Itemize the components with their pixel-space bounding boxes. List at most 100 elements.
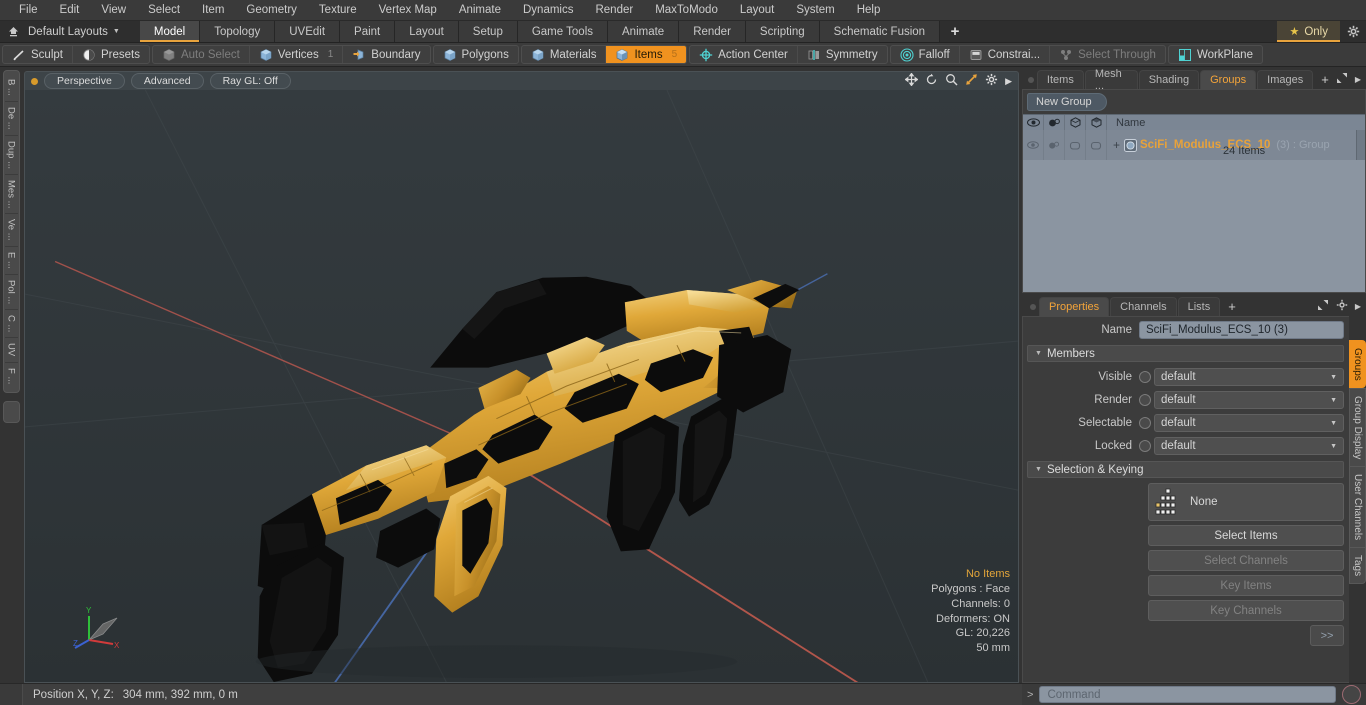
tab-setup[interactable]: Setup [458,21,518,42]
polygons-button[interactable]: Polygons [434,46,518,63]
menu-item-view[interactable]: View [90,0,137,21]
row-wire-toggle[interactable] [1065,130,1086,160]
eye-icon[interactable] [1023,115,1044,130]
more-options-button[interactable]: >> [1310,625,1344,646]
panel-tab-mesh[interactable]: Mesh ... [1084,68,1138,92]
panel-tab-images[interactable]: Images [1257,70,1314,89]
workplane-button[interactable]: WorkPlane [1169,46,1262,63]
menu-item-layout[interactable]: Layout [729,0,786,21]
panel-tab-shading[interactable]: Shading [1138,70,1200,89]
right-tab-groups[interactable]: Groups [1349,340,1366,388]
panel-tab-channels[interactable]: Channels [1110,297,1177,316]
viewport-raygl-button[interactable]: Ray GL: Off [209,73,291,89]
tab-topology[interactable]: Topology [200,21,276,42]
expand-icon[interactable] [1317,299,1329,314]
right-tab-user-channels[interactable]: User Channels [1349,466,1366,548]
left-tab-mesh[interactable]: Mes ... [4,175,18,215]
table-row[interactable]: + SciFi_Modulus_ECS_10 (3) : Group 24 It… [1023,130,1356,160]
menu-item-maxtomodo[interactable]: MaxToModo [644,0,729,21]
tab-layout[interactable]: Layout [395,21,459,42]
row-content[interactable]: + SciFi_Modulus_ECS_10 (3) : Group 24 It… [1107,130,1356,160]
tab-scripting[interactable]: Scripting [745,21,820,42]
vertices-button[interactable]: Vertices 1 [250,46,344,63]
chevron-right-icon[interactable]: ▶ [1005,76,1012,87]
action-center-button[interactable]: Action Center [690,46,798,63]
items-button[interactable]: Items 5 [606,46,687,63]
menu-item-vertex-map[interactable]: Vertex Map [368,0,448,21]
panel-tab-properties[interactable]: Properties [1039,297,1110,316]
tab-animate[interactable]: Animate [608,21,680,42]
panel-tab-lists[interactable]: Lists [1177,297,1221,316]
select-through-button[interactable]: Select Through [1050,46,1165,63]
render-dropdown[interactable]: default ▼ [1154,391,1344,409]
materials-button[interactable]: Materials [522,46,607,63]
expand-icon[interactable] [1336,72,1348,87]
left-tab-basic[interactable]: B ... [4,74,18,102]
left-tab-duplicate[interactable]: Dup ... [4,136,18,175]
left-tab-vertex[interactable]: Ve ... [4,214,18,247]
default-layouts-dropdown[interactable]: Default Layouts ▼ [26,21,130,42]
tab-game-tools[interactable]: Game Tools [517,21,608,42]
gear-icon[interactable] [985,73,998,89]
tab-uvedit[interactable]: UVEdit [275,21,341,42]
properties-add-tab-button[interactable]: + [1221,297,1243,316]
left-tab-polygon[interactable]: Pol ... [4,275,18,310]
chevron-right-icon[interactable]: ▶ [1355,75,1361,84]
falloff-button[interactable]: Falloff [891,46,960,63]
left-tab-falloff[interactable]: F ... [5,363,18,389]
locked-indicator-icon[interactable] [1139,440,1151,452]
zoom-icon[interactable] [945,73,958,89]
members-section-header[interactable]: ▼ Members [1027,345,1344,362]
chevron-right-icon[interactable]: ▶ [1355,302,1361,311]
right-tab-tags[interactable]: Tags [1349,547,1366,585]
panel-tab-items[interactable]: Items [1036,70,1084,89]
properties-menu-dot-icon[interactable] [1026,297,1039,316]
add-tab-button[interactable]: + [940,21,970,42]
tab-model[interactable]: Model [139,21,201,42]
menu-item-render[interactable]: Render [584,0,644,21]
menu-item-animate[interactable]: Animate [448,0,512,21]
gear-icon[interactable] [1336,299,1348,314]
viewport-3d[interactable]: Y X Z No Items Polygons : Face Channels:… [24,90,1019,683]
left-tab-curve[interactable]: C ... [4,310,18,339]
panel-add-tab-button[interactable]: + [1314,70,1336,89]
menu-item-select[interactable]: Select [137,0,191,21]
menu-item-item[interactable]: Item [191,0,235,21]
left-tool-extra-button[interactable] [2,400,20,423]
group-list-scrollbar[interactable] [1356,130,1365,160]
tab-schematic-fusion[interactable]: Schematic Fusion [819,21,941,42]
expand-row-button[interactable]: + [1113,138,1120,152]
menu-item-file[interactable]: File [8,0,49,21]
row-visible-toggle[interactable] [1023,130,1044,160]
constraint-button[interactable]: Constrai... [960,46,1051,63]
tab-render[interactable]: Render [679,21,746,42]
fit-icon[interactable] [965,73,978,89]
left-tab-deform[interactable]: De ... [4,102,18,136]
row-shade-toggle[interactable] [1086,130,1107,160]
only-toggle-button[interactable]: ★ Only [1277,21,1340,42]
symmetry-button[interactable]: Symmetry [798,46,887,63]
gear-icon[interactable] [1340,21,1366,42]
name-field[interactable]: SciFi_Modulus_ECS_10 (3) [1139,321,1344,339]
render-indicator-icon[interactable] [1139,394,1151,406]
selectable-indicator-icon[interactable] [1139,417,1151,429]
menu-item-edit[interactable]: Edit [49,0,91,21]
visible-dropdown[interactable]: default ▼ [1154,368,1344,386]
key-channels-button[interactable]: Key Channels [1148,600,1344,621]
render-icon[interactable] [1044,115,1065,130]
panel-menu-dot-icon[interactable] [1026,70,1037,89]
command-input[interactable]: Command [1039,686,1336,703]
move-icon[interactable] [904,72,919,89]
selectable-dropdown[interactable]: default ▼ [1154,414,1344,432]
select-items-button[interactable]: Select Items [1148,525,1344,546]
home-icon[interactable] [0,21,26,42]
key-items-button[interactable]: Key Items [1148,575,1344,596]
record-icon[interactable] [1342,685,1361,704]
left-tab-edge[interactable]: E ... [4,247,18,275]
selection-set-button[interactable]: None [1148,483,1344,521]
selection-keying-section-header[interactable]: ▼ Selection & Keying [1027,461,1344,478]
right-tab-group-display[interactable]: Group Display [1349,387,1366,467]
auto-select-button[interactable]: Auto Select [153,46,250,63]
visible-indicator-icon[interactable] [1139,371,1151,383]
tab-paint[interactable]: Paint [340,21,396,42]
